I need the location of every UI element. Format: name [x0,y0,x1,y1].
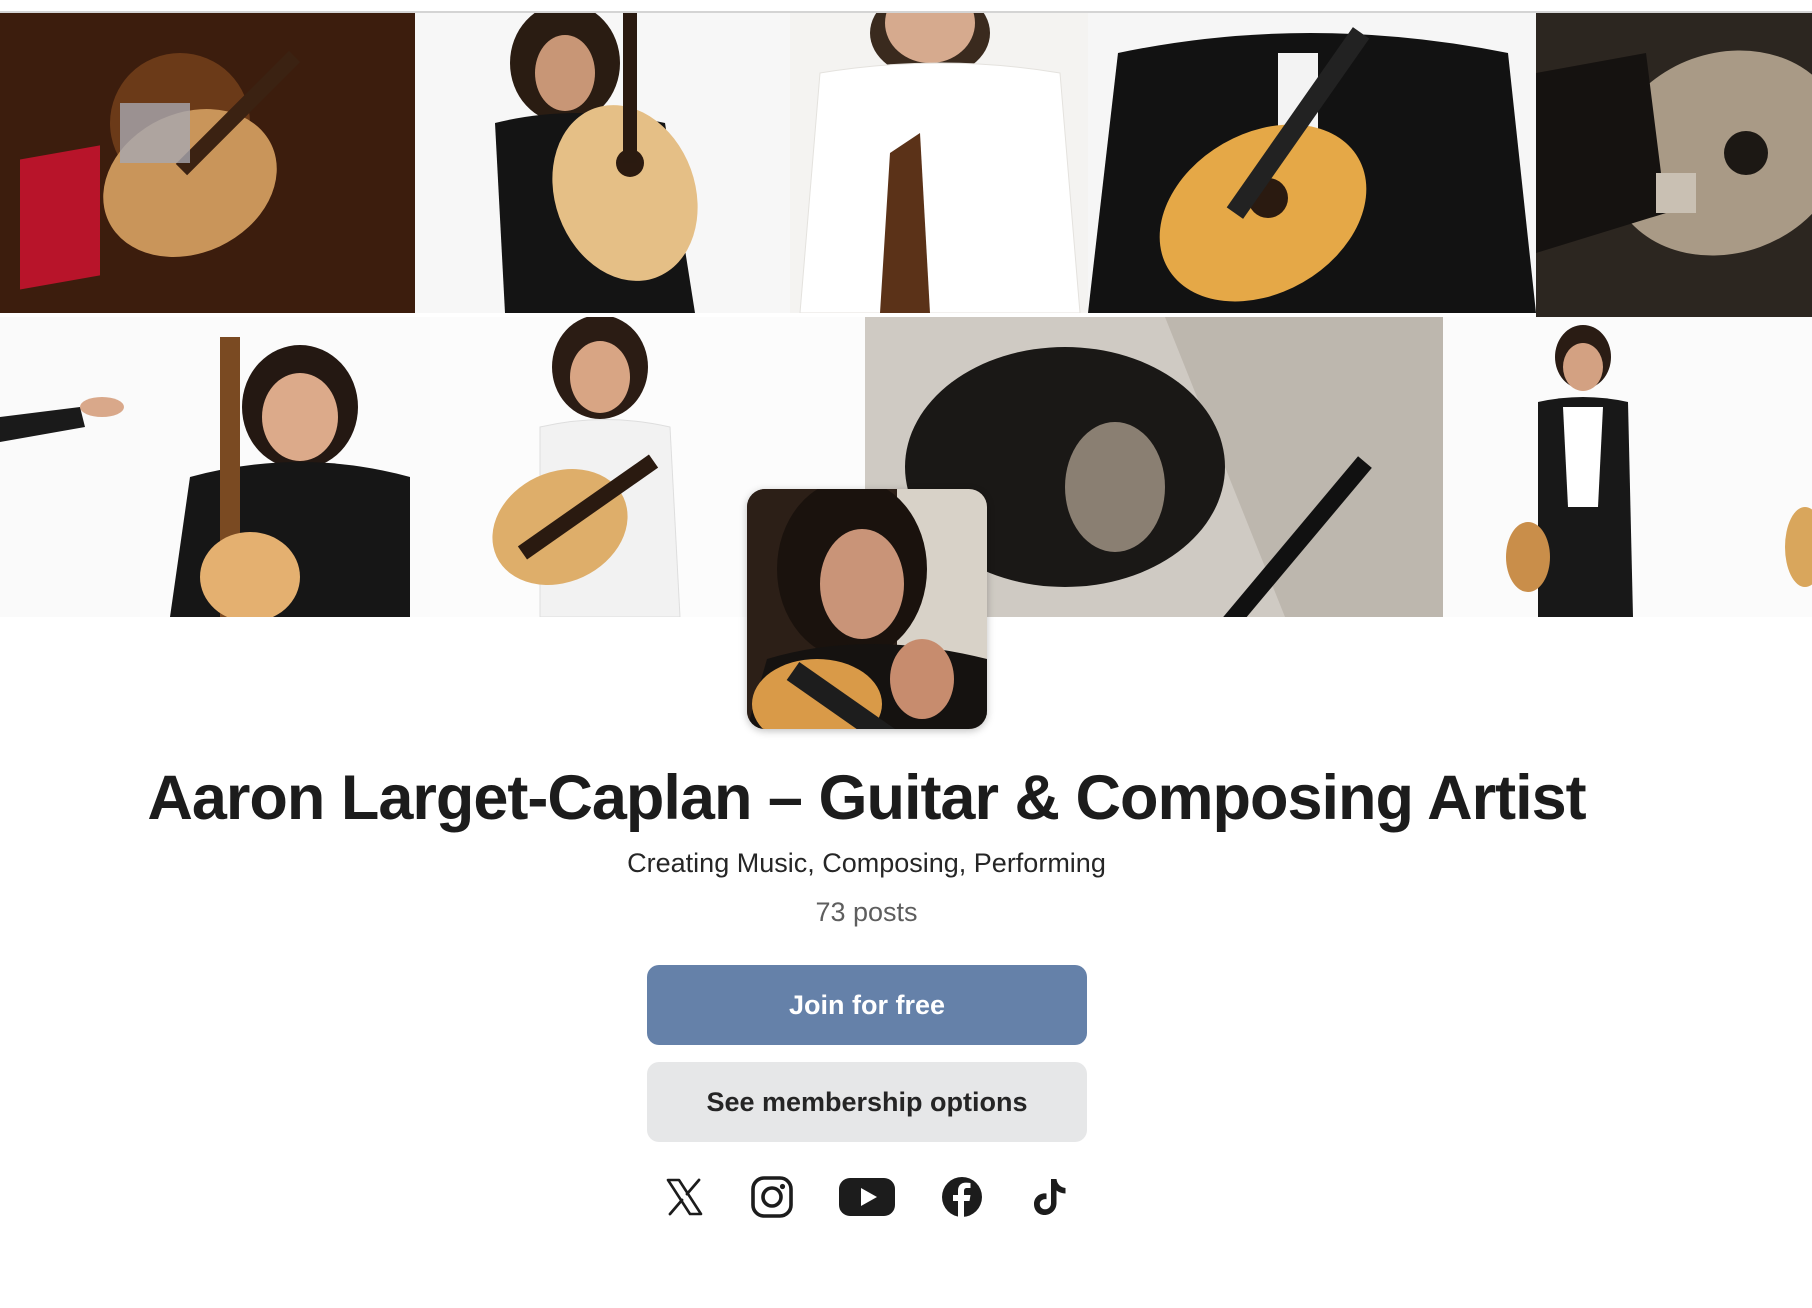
posts-count: 73 posts [815,897,918,927]
cover-photo-3 [790,13,1088,313]
join-for-free-button[interactable]: Join for free [647,965,1087,1045]
social-links [647,1165,1087,1229]
cover-photo-4 [1088,13,1536,313]
cover-photo-7 [140,317,430,617]
cover-photo-2 [415,13,790,313]
x-icon[interactable] [662,1175,706,1219]
cover-photo-10 [1443,317,1812,617]
cover-photo-1 [0,13,415,313]
creator-tagline: Creating Music, Composing, Performing [627,848,1106,878]
cover-photo-6 [0,317,140,617]
youtube-icon[interactable] [838,1175,896,1219]
tiktok-icon[interactable] [1028,1175,1072,1219]
top-divider [0,0,1812,13]
instagram-icon[interactable] [750,1175,794,1219]
facebook-icon[interactable] [940,1175,984,1219]
page-title: Aaron Larget-Caplan – Guitar & Composing… [147,763,1586,833]
see-membership-options-button[interactable]: See membership options [647,1062,1087,1142]
creator-avatar [747,489,987,729]
cover-photo-5 [1536,13,1812,317]
